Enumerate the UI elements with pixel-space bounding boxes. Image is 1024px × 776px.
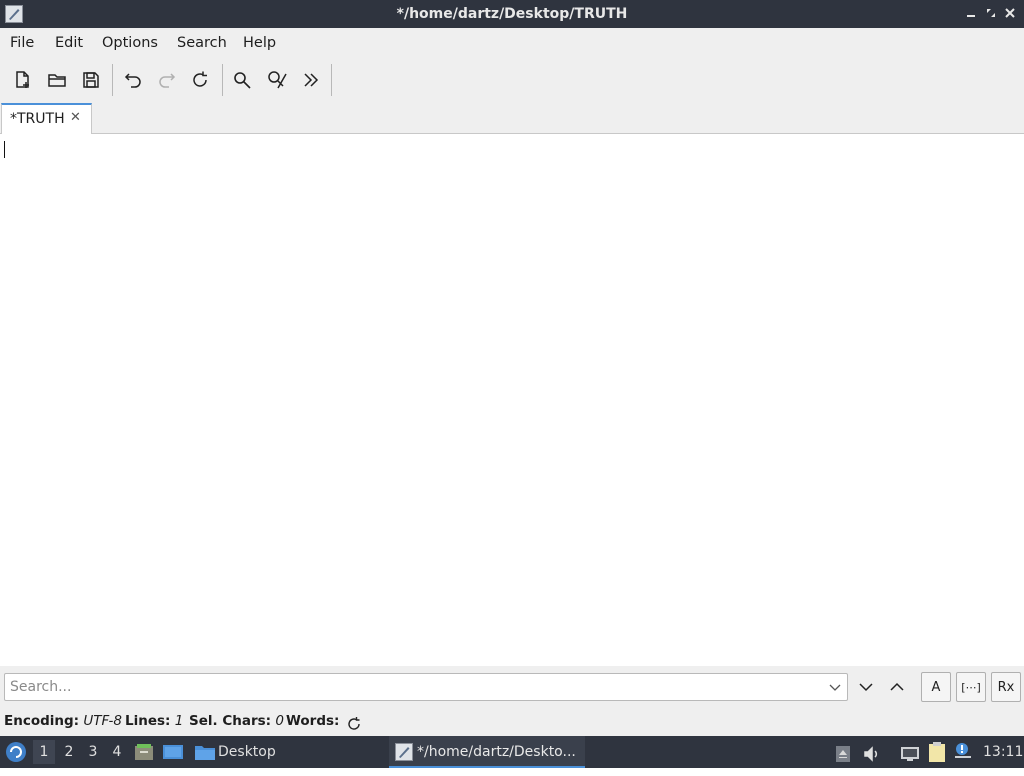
encoding-label: Encoding: <box>4 713 80 729</box>
regex-icon: Rx <box>997 679 1015 695</box>
match-case-icon: A <box>931 679 941 695</box>
network-icon[interactable] <box>900 743 920 761</box>
whole-word-button[interactable]: [⋯] <box>956 672 986 702</box>
desktop-1[interactable]: 1 <box>33 740 55 764</box>
file-manager-icon[interactable] <box>134 742 154 762</box>
tab-close-icon[interactable]: ✕ <box>70 110 81 125</box>
search-input[interactable] <box>10 677 810 697</box>
menu-search[interactable]: Search <box>177 28 227 58</box>
regex-button[interactable]: Rx <box>991 672 1021 702</box>
refresh-word-count-icon[interactable] <box>346 713 362 730</box>
words-status: Words: <box>286 706 339 736</box>
notification-icon[interactable] <box>953 741 973 761</box>
minimize-icon[interactable] <box>964 6 978 20</box>
toolbar <box>0 58 1024 102</box>
replace-icon[interactable] <box>263 66 291 94</box>
taskbar-desktop-folder[interactable]: Desktop <box>218 736 276 768</box>
taskbar: 1 2 3 4 Desktop */home/dartz/Deskto... 1… <box>0 736 1024 768</box>
sel-chars-value: 0 <box>275 713 284 729</box>
sel-chars-status: Sel. Chars: 0 <box>189 706 284 736</box>
close-icon[interactable] <box>1003 6 1017 20</box>
search-box[interactable] <box>4 673 848 701</box>
tab-bar: *TRUTH ✕ <box>0 102 1024 135</box>
lines-label: Lines: <box>125 713 171 729</box>
title-bar: */home/dartz/Desktop/TRUTH <box>0 0 1024 28</box>
redo-icon[interactable] <box>153 66 181 94</box>
tab-truth[interactable]: *TRUTH ✕ <box>1 103 92 135</box>
menu-bar: File Edit Options Search Help <box>0 28 1024 58</box>
menu-options[interactable]: Options <box>102 28 158 58</box>
volume-icon[interactable] <box>863 743 881 762</box>
folder-icon <box>194 742 216 762</box>
chevron-down-icon[interactable] <box>827 679 843 695</box>
search-bar: A [⋯] Rx <box>0 666 1024 706</box>
tray-eject-icon[interactable] <box>835 743 851 762</box>
open-folder-icon[interactable] <box>43 66 71 94</box>
save-icon[interactable] <box>77 66 105 94</box>
maximize-icon[interactable] <box>984 6 998 20</box>
desktop-4[interactable]: 4 <box>106 740 128 764</box>
taskbar-window-label: */home/dartz/Deskto... <box>417 744 576 760</box>
toolbar-separator <box>331 64 332 96</box>
status-bar: Encoding: UTF-8 Lines: 1 Sel. Chars: 0 W… <box>0 706 1024 736</box>
window-title: */home/dartz/Desktop/TRUTH <box>396 6 628 22</box>
toolbar-separator <box>222 64 223 96</box>
find-next-icon[interactable] <box>852 673 880 701</box>
clipboard-icon[interactable] <box>927 741 947 763</box>
lines-value: 1 <box>174 713 184 729</box>
lines-status: Lines: 1 <box>125 706 183 736</box>
encoding-value: UTF-8 <box>83 713 122 729</box>
match-case-button[interactable]: A <box>921 672 951 702</box>
tab-label: *TRUTH <box>10 111 65 127</box>
more-icon[interactable] <box>297 66 325 94</box>
encoding-status: Encoding: UTF-8 <box>4 706 122 736</box>
undo-icon[interactable] <box>119 66 147 94</box>
editor-app-icon <box>395 743 413 761</box>
new-file-icon[interactable] <box>9 66 37 94</box>
find-previous-icon[interactable] <box>883 673 911 701</box>
reload-icon[interactable] <box>186 66 214 94</box>
start-menu-icon[interactable] <box>4 740 28 764</box>
toolbar-separator <box>112 64 113 96</box>
text-editor[interactable] <box>0 134 1024 666</box>
whole-word-icon: [⋯] <box>961 680 981 694</box>
menu-file[interactable]: File <box>10 28 34 58</box>
words-label: Words: <box>286 713 340 729</box>
menu-edit[interactable]: Edit <box>55 28 83 58</box>
clock[interactable]: 13:11 <box>983 736 1023 768</box>
show-desktop-icon[interactable] <box>162 742 184 762</box>
find-icon[interactable] <box>228 66 256 94</box>
text-cursor <box>4 141 5 158</box>
taskbar-window-button[interactable]: */home/dartz/Deskto... <box>389 736 585 768</box>
menu-help[interactable]: Help <box>243 28 276 58</box>
desktop-2[interactable]: 2 <box>58 740 80 764</box>
desktop-3[interactable]: 3 <box>82 740 104 764</box>
sel-chars-label: Sel. Chars: <box>189 713 272 729</box>
